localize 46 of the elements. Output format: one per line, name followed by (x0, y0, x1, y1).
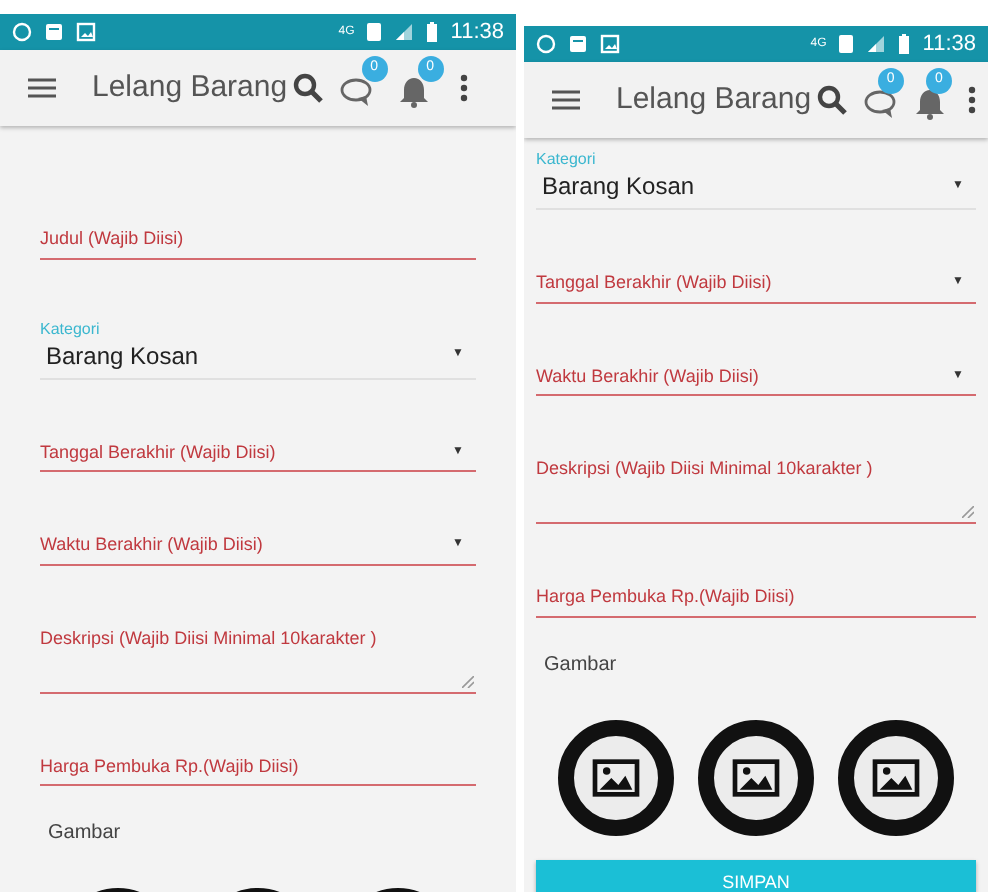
message-icon (44, 22, 64, 42)
status-time: 11:38 (922, 29, 976, 60)
more-options-icon (968, 86, 976, 114)
dropdown-value: Barang Kosan (542, 170, 697, 204)
field-label: Kategori (536, 150, 598, 168)
images-label: Gambar (544, 651, 619, 679)
field-placeholder: Judul (Wajib Diisi) (40, 226, 186, 252)
field-placeholder: Tanggal Berakhir (Wajib Diisi) (536, 270, 774, 296)
input-field[interactable]: Judul (Wajib Diisi) (40, 226, 476, 259)
input-field[interactable]: Harga Pembuka Rp.(Wajib Diisi) (536, 584, 976, 617)
search-icon (815, 84, 848, 116)
app-title: Lelang Barang (92, 67, 288, 108)
field-placeholder: Waktu Berakhir (Wajib Diisi) (40, 532, 265, 558)
image-icon (76, 22, 96, 42)
dropdown-value: Barang Kosan (46, 339, 201, 373)
bell-icon (395, 76, 432, 108)
images-label: Gambar (48, 820, 123, 848)
chat-icon (339, 76, 376, 108)
more-options-icon (459, 74, 468, 102)
resize-handle-icon (462, 675, 474, 687)
field-placeholder: Deskripsi (Wajib Diisi Minimal 10karakter ) (536, 456, 875, 482)
field-placeholder: Harga Pembuka Rp.(Wajib Diisi) (40, 753, 301, 780)
sim-icon (366, 22, 383, 42)
signal-icon (394, 22, 415, 42)
menu-icon (28, 78, 56, 98)
resize-handle-icon (962, 506, 974, 518)
image-icon (600, 34, 620, 54)
signal-icon (866, 34, 887, 54)
input-field[interactable]: Harga Pembuka Rp.(Wajib Diisi) (40, 753, 476, 786)
description-field[interactable]: Deskripsi (Wajib Diisi Minimal 10karakter ) (40, 625, 476, 693)
field-placeholder: Harga Pembuka Rp.(Wajib Diisi) (536, 584, 797, 610)
field-placeholder: Deskripsi (Wajib Diisi Minimal 10karakter ) (40, 625, 379, 652)
status-time: 11:38 (450, 17, 504, 48)
search-icon (291, 72, 324, 104)
field-placeholder: Waktu Berakhir (Wajib Diisi) (536, 363, 761, 390)
battery-icon (898, 34, 911, 54)
chat-icon (863, 88, 900, 120)
message-icon (568, 34, 588, 54)
battery-icon (426, 22, 439, 42)
description-field[interactable]: Deskripsi (Wajib Diisi Minimal 10karakter ) (536, 456, 976, 524)
app-title: Lelang Barang (616, 79, 812, 120)
field-label: Kategori (40, 319, 102, 337)
menu-icon (552, 90, 580, 110)
field-placeholder: Tanggal Berakhir (Wajib Diisi) (40, 439, 278, 466)
bell-icon (911, 88, 948, 120)
sim-icon (838, 34, 855, 54)
